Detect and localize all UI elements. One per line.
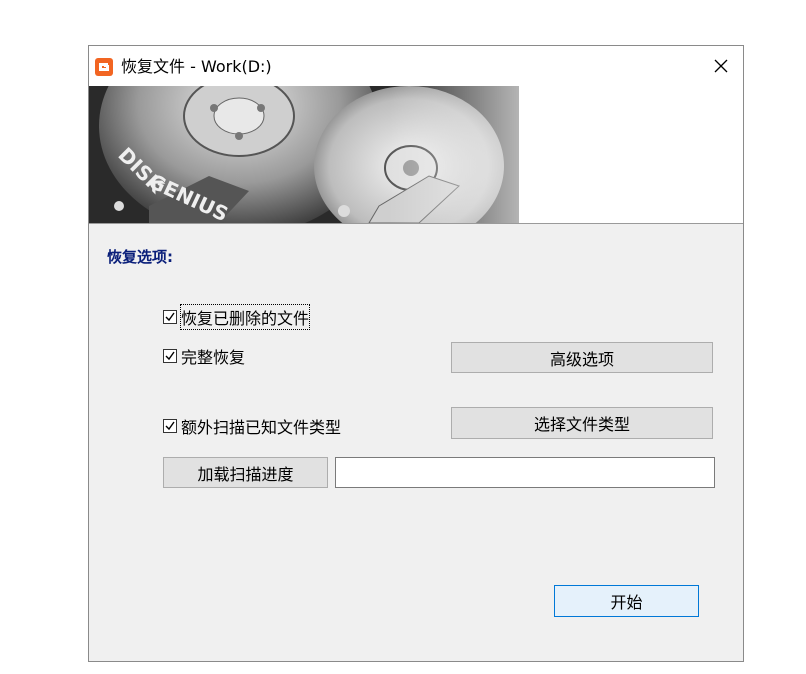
start-button[interactable]: 开始 [554, 585, 699, 617]
checkmark-icon [165, 421, 175, 431]
full-recovery-label: 完整恢复 [181, 348, 246, 367]
checkmark-icon [165, 312, 175, 322]
recover-files-dialog: 恢复文件 - Work(D:) DISK GENIUS 恢复选项: 恢复已删除的… [88, 45, 744, 662]
recover-deleted-checkbox[interactable] [163, 310, 177, 324]
scan-known-types-label: 额外扫描已知文件类型 [181, 418, 342, 437]
select-file-types-button[interactable]: 选择文件类型 [451, 407, 713, 439]
close-icon [714, 59, 728, 73]
window-title: 恢复文件 - Work(D:) [121, 57, 272, 76]
scan-progress-path-input[interactable] [335, 457, 715, 488]
checkmark-icon [165, 351, 175, 361]
recover-deleted-checkbox-row[interactable]: 恢复已删除的文件 [163, 304, 311, 330]
hard-disk-banner-image: DISK GENIUS [89, 86, 743, 223]
recovery-options-label: 恢复选项: [107, 248, 173, 266]
full-recovery-checkbox-row[interactable]: 完整恢复 [163, 344, 245, 368]
title-bar: 恢复文件 - Work(D:) [89, 46, 743, 86]
disk-genius-banner: DISK GENIUS [89, 86, 743, 224]
load-scan-progress-button[interactable]: 加载扫描进度 [163, 457, 328, 488]
scan-known-types-checkbox-row[interactable]: 额外扫描已知文件类型 [163, 414, 341, 438]
recover-deleted-label: 恢复已删除的文件 [179, 304, 311, 330]
scan-known-types-checkbox[interactable] [163, 419, 177, 433]
close-button[interactable] [699, 46, 743, 86]
advanced-options-button[interactable]: 高级选项 [451, 342, 713, 373]
full-recovery-checkbox[interactable] [163, 349, 177, 363]
disk-genius-logo-icon [95, 58, 113, 76]
